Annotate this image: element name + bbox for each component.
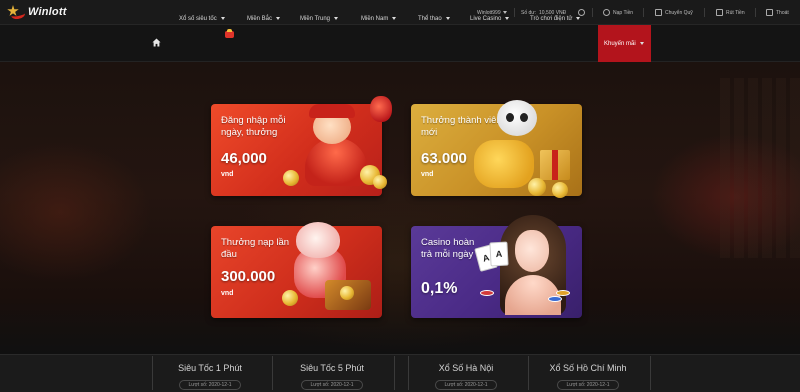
chevron-down-icon bbox=[392, 17, 397, 20]
gold-coin-icon bbox=[373, 175, 387, 189]
logout-icon bbox=[766, 9, 773, 16]
panda-head bbox=[497, 100, 537, 136]
promo-text: Đăng nhập mỗi ngày, thưởng bbox=[221, 115, 286, 138]
nav-item-mien-nam[interactable]: Miền Nam bbox=[361, 0, 397, 37]
deposit-link[interactable]: Nạp Tiền bbox=[603, 0, 633, 25]
lottery-latest-draw: Lượt số: 2020-12-1 bbox=[435, 380, 497, 390]
divider bbox=[643, 8, 644, 17]
promo-amount: 0,1% bbox=[421, 280, 458, 297]
transfer-icon bbox=[655, 9, 662, 16]
transfer-link[interactable]: Chuyển Quỹ bbox=[655, 0, 693, 25]
withdraw-link[interactable]: Rút Tiền bbox=[716, 0, 745, 25]
gold-coin-icon bbox=[283, 170, 299, 186]
promo-text: Thưởng nạp lần đầu bbox=[221, 237, 290, 260]
gold-coin-icon bbox=[528, 178, 546, 196]
hot-badge-icon bbox=[225, 29, 234, 38]
divider bbox=[514, 8, 515, 17]
nav-item-the-thao[interactable]: Thể thao bbox=[418, 0, 450, 37]
chevron-down-icon bbox=[334, 17, 339, 20]
gift-box-icon bbox=[540, 150, 570, 180]
lottery-latest-draw: Lượt số: 2020-12-1 bbox=[179, 380, 241, 390]
chevron-down-icon bbox=[576, 17, 581, 20]
deposit-icon bbox=[603, 9, 610, 16]
lottery-tabs-bar bbox=[0, 354, 800, 392]
divider bbox=[650, 356, 651, 390]
nav-label: Thể thao bbox=[418, 15, 442, 22]
promo-amount: 63.000 bbox=[421, 150, 467, 167]
nav-item-sieu-toc[interactable]: Xổ số siêu tốc bbox=[179, 0, 225, 37]
casino-chip-icon bbox=[556, 290, 570, 296]
nav-item-live-casino[interactable]: Live Casino bbox=[470, 0, 510, 37]
divider bbox=[755, 8, 756, 17]
withdraw-icon bbox=[716, 9, 723, 16]
divider bbox=[592, 8, 593, 17]
nav-label: Trò chơi điện tử bbox=[530, 15, 573, 22]
gold-coin-icon bbox=[552, 182, 568, 198]
nav-label: Miền Bắc bbox=[247, 15, 273, 22]
lottery-name: Siêu Tốc 1 Phút bbox=[178, 363, 242, 373]
chevron-down-icon bbox=[276, 17, 281, 20]
nav-label: Miền Trung bbox=[300, 15, 331, 22]
lottery-tab-sieu-toc-1[interactable]: Siêu Tốc 1 Phút Lượt số: 2020-12-1 bbox=[150, 354, 270, 392]
divider bbox=[394, 356, 395, 390]
brand-name: Winlott bbox=[28, 6, 67, 18]
promo-unit: vnd bbox=[421, 171, 434, 178]
promo-amount: 300.000 bbox=[221, 268, 276, 285]
top-bar: Winlott Winlott999 Số dư: 10,500 VNĐ Nạp… bbox=[0, 0, 800, 25]
chevron-down-icon bbox=[505, 17, 510, 20]
divider bbox=[704, 8, 705, 17]
promo-unit: vnd bbox=[221, 290, 234, 297]
nav-label: Khuyến mãi bbox=[604, 40, 636, 47]
lottery-name: Xổ Số Hà Nội bbox=[438, 363, 494, 373]
gold-coin-icon bbox=[282, 290, 298, 306]
gold-coin-icon bbox=[340, 286, 354, 300]
lottery-tab-sieu-toc-5[interactable]: Siêu Tốc 5 Phút Lượt số: 2020-12-1 bbox=[272, 354, 392, 392]
background-decoration bbox=[720, 78, 800, 258]
lottery-tab-ho-chi-minh[interactable]: Xổ Số Hồ Chí Minh Lượt số: 2020-12-1 bbox=[528, 354, 648, 392]
hostess-face bbox=[515, 230, 549, 272]
promo-amount: 46,000 bbox=[221, 150, 267, 167]
withdraw-label: Rút Tiền bbox=[726, 9, 745, 16]
lottery-tab-ha-noi[interactable]: Xổ Số Hà Nội Lượt số: 2020-12-1 bbox=[406, 354, 526, 392]
transfer-label: Chuyển Quỹ bbox=[665, 9, 693, 16]
nav-item-khuyen-mai[interactable]: Khuyến mãi bbox=[598, 25, 651, 62]
playing-card-icon: A bbox=[489, 241, 509, 267]
logout-label: Thoát bbox=[776, 9, 789, 16]
logout-link[interactable]: Thoát bbox=[766, 0, 789, 25]
chevron-down-icon bbox=[639, 42, 644, 45]
nav-item-tro-choi[interactable]: Trò chơi điện tử bbox=[530, 0, 581, 37]
nav-item-mien-trung[interactable]: Miền Trung bbox=[300, 0, 339, 37]
nav-label: Miền Nam bbox=[361, 15, 389, 22]
promo-text: Thưởng thành viên mới bbox=[421, 115, 502, 138]
home-icon[interactable] bbox=[152, 38, 161, 47]
main-nav bbox=[0, 25, 800, 62]
brand-logo[interactable]: Winlott bbox=[5, 4, 67, 21]
fortune-god-hat bbox=[309, 104, 355, 118]
promo-unit: vnd bbox=[221, 171, 234, 178]
lottery-latest-draw: Lượt số: 2020-12-1 bbox=[557, 380, 619, 390]
lottery-name: Xổ Số Hồ Chí Minh bbox=[549, 363, 627, 373]
lottery-name: Siêu Tốc 5 Phút bbox=[300, 363, 364, 373]
casino-chip-icon bbox=[548, 296, 562, 302]
nav-label: Live Casino bbox=[470, 15, 502, 22]
lottery-latest-draw: Lượt số: 2020-12-1 bbox=[301, 380, 363, 390]
nav-item-mien-bac[interactable]: Miền Bắc bbox=[247, 0, 281, 37]
chevron-down-icon bbox=[445, 17, 450, 20]
nav-label: Xổ số siêu tốc bbox=[179, 15, 217, 22]
promotion-banner-background bbox=[0, 62, 800, 354]
logo-mark-icon bbox=[5, 4, 26, 21]
lion-dance-head bbox=[296, 222, 340, 258]
deposit-label: Nạp Tiền bbox=[613, 9, 634, 16]
panda-illustration bbox=[474, 140, 534, 188]
casino-chip-icon bbox=[480, 290, 494, 296]
chevron-down-icon bbox=[220, 17, 225, 20]
lantern-icon bbox=[370, 96, 392, 122]
